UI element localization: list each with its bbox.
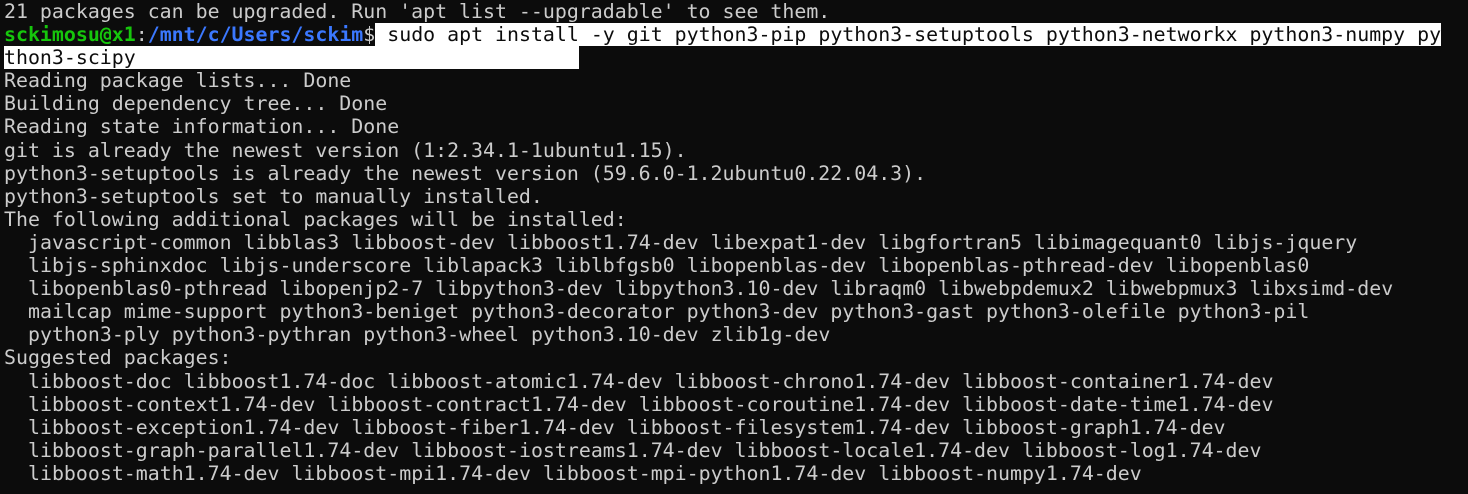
- suggested-line: libboost-doc libboost1.74-doc libboost-a…: [28, 369, 1274, 393]
- prompt-symbol: $: [363, 23, 376, 47]
- output-line: Building dependency tree... Done: [4, 92, 388, 116]
- prompt-line: sckimosu@x1:/mnt/c/Users/sckim$ sudo apt…: [4, 23, 1442, 47]
- upgrade-notice: 21 packages can be upgraded. Run 'apt li…: [4, 0, 831, 23]
- suggested-header: Suggested packages:: [4, 346, 232, 370]
- suggested-line: libboost-context1.74-dev libboost-contra…: [28, 392, 1274, 416]
- prompt-separator: :: [135, 23, 148, 47]
- prompt-user-host: sckimosu@x1: [4, 23, 136, 47]
- selected-command-text-wrap[interactable]: thon3-scipy: [4, 46, 579, 70]
- output-line: python3-setuptools is already the newest…: [4, 161, 927, 185]
- selected-command-text[interactable]: sudo apt install -y git python3-pip pyth…: [375, 23, 1442, 47]
- suggested-line: libboost-math1.74-dev libboost-mpi1.74-d…: [28, 461, 1142, 485]
- package-line: libjs-sphinxdoc libjs-underscore liblapa…: [28, 254, 1310, 278]
- prompt-path: /mnt/c/Users/sckim: [147, 23, 364, 47]
- package-line: mailcap mime-support python3-beniget pyt…: [28, 300, 1310, 324]
- bottom-edge: [0, 488, 1468, 494]
- suggested-line: libboost-exception1.74-dev libboost-fibe…: [28, 415, 1226, 439]
- prompt-line-wrap: thon3-scipy: [4, 46, 1441, 70]
- output-line: The following additional packages will b…: [4, 207, 627, 231]
- terminal-output: 21 packages can be upgraded. Run 'apt li…: [4, 0, 1442, 485]
- output-line: Reading state information... Done: [4, 115, 400, 139]
- output-line: python3-setuptools set to manually insta…: [4, 184, 543, 208]
- output-line: git is already the newest version (1:2.3…: [4, 138, 687, 162]
- package-line: python3-ply python3-pythran python3-whee…: [28, 323, 831, 347]
- output-line: Reading package lists... Done: [4, 69, 352, 93]
- package-line: javascript-common libblas3 libboost-dev …: [28, 230, 1358, 254]
- suggested-line: libboost-graph-parallel1.74-dev libboost…: [28, 438, 1262, 462]
- package-line: libopenblas0-pthread libopenjp2-7 libpyt…: [28, 277, 1394, 301]
- terminal-window[interactable]: 21 packages can be upgraded. Run 'apt li…: [0, 0, 1468, 494]
